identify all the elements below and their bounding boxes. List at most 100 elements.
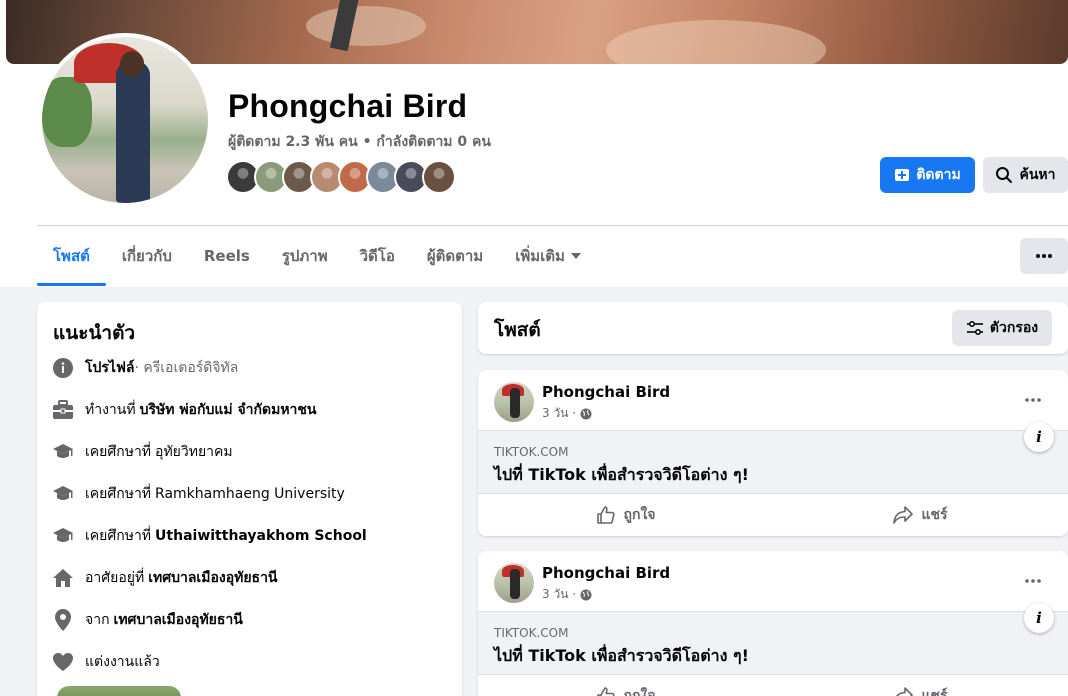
info-icon[interactable]: i xyxy=(1024,603,1054,633)
ellipsis-icon xyxy=(1036,254,1052,258)
intro-label: ทำงานที่ xyxy=(85,402,136,418)
like-button[interactable]: ถูกใจ xyxy=(478,494,773,536)
home-icon xyxy=(51,566,75,590)
location-pin-icon xyxy=(51,608,75,632)
follow-button[interactable]: ติดตาม xyxy=(880,157,975,193)
intro-value[interactable]: เทศบาลเมืองอุทัยธานี xyxy=(114,609,243,631)
ellipsis-icon xyxy=(1025,579,1041,583)
post-author-avatar[interactable] xyxy=(494,563,534,603)
intro-title: แนะนำตัว xyxy=(53,322,136,344)
avatar-detail xyxy=(120,51,144,77)
follow-button-label: ติดตาม xyxy=(916,167,961,183)
follow-icon xyxy=(895,169,910,181)
post-meta: 3 วัน · xyxy=(542,404,592,423)
intro-value[interactable]: Uthaiwitthayakhom School xyxy=(155,528,367,544)
cover-photo-detail xyxy=(306,6,426,46)
search-button-label: ค้นหา xyxy=(1019,167,1056,183)
post-meta: 3 วัน · xyxy=(542,585,592,604)
intro-value[interactable]: บริษัท พ่อกับแม่ จำกัดมหาชน xyxy=(140,399,317,421)
share-button[interactable]: แชร์ xyxy=(773,494,1068,536)
search-icon xyxy=(996,167,1013,183)
like-button[interactable]: ถูกใจ xyxy=(478,675,773,696)
tab-more[interactable]: เพิ่มเติม xyxy=(499,226,597,286)
post-card: Phongchai Bird 3 วัน · TIKTOK.COM ไปที่ … xyxy=(478,551,1068,696)
post-options-button[interactable] xyxy=(1018,566,1048,596)
tab-label: เพิ่มเติม xyxy=(515,247,565,265)
link-title[interactable]: ไปที่ TikTok เพื่อสำรวจวิดีโอต่าง ๆ! xyxy=(494,644,749,669)
like-label: ถูกใจ xyxy=(623,507,656,523)
share-icon xyxy=(896,687,914,696)
thumbs-up-icon xyxy=(596,687,615,696)
profile-name: Phongchai Bird xyxy=(228,88,468,124)
link-preview[interactable]: TIKTOK.COM ไปที่ TikTok เพื่อสำรวจวิดีโอ… xyxy=(478,430,1068,494)
profile-header: Phongchai Bird ผู้ติดตาม 2.3 พัน คน • กำ… xyxy=(0,0,1068,287)
post-time[interactable]: 3 วัน · xyxy=(542,404,576,423)
post-actions: ถูกใจ แชร์ xyxy=(478,675,1068,696)
tab-label: โพสต์ xyxy=(53,247,90,265)
intro-label: เคยศึกษาที่ xyxy=(85,444,152,460)
link-title[interactable]: ไปที่ TikTok เพื่อสำรวจวิดีโอต่าง ๆ! xyxy=(494,463,749,488)
intro-card: แนะนำตัว โปรไฟล์ · ครีเอเตอร์ดิจิทัล ทำง… xyxy=(37,302,462,696)
graduation-cap-icon xyxy=(51,482,75,506)
tab-label: วิดีโอ xyxy=(359,247,395,265)
intro-label: อาศัยอยู่ที่ xyxy=(85,570,145,586)
tab-videos[interactable]: วิดีโอ xyxy=(344,226,411,286)
tab-label: Reels xyxy=(203,247,250,265)
briefcase-icon xyxy=(51,398,75,422)
intro-label: เคยศึกษาที่ xyxy=(85,486,152,502)
profile-picture[interactable] xyxy=(38,33,212,207)
filter-button[interactable]: ตัวกรอง xyxy=(952,310,1052,346)
thumbs-up-icon xyxy=(596,506,615,524)
intro-value[interactable]: อุทัยวิทยาคม xyxy=(155,441,233,463)
tab-label: ผู้ติดตาม xyxy=(426,247,484,265)
tab-label: เกี่ยวกับ xyxy=(121,247,172,265)
intro-value[interactable]: เทศบาลเมืองอุทัยธานี xyxy=(148,567,277,589)
intro-item-work: ทำงานที่ บริษัท พ่อกับแม่ จำกัดมหาชน xyxy=(51,397,316,423)
filter-icon xyxy=(966,321,983,335)
tab-followers[interactable]: ผู้ติดตาม xyxy=(411,226,499,286)
intro-value: · ครีเอเตอร์ดิจิทัล xyxy=(134,360,239,376)
post-options-button[interactable] xyxy=(1018,385,1048,415)
post-card: Phongchai Bird 3 วัน · TIKTOK.COM ไปที่ … xyxy=(478,370,1068,536)
follower-avatar[interactable] xyxy=(422,160,456,194)
search-button[interactable]: ค้นหา xyxy=(983,157,1068,193)
cover-photo-detail xyxy=(606,20,826,64)
more-options-button[interactable] xyxy=(1020,238,1068,274)
tab-posts[interactable]: โพสต์ xyxy=(37,226,106,286)
intro-label: เคยศึกษาที่ xyxy=(85,528,152,544)
caret-down-icon xyxy=(570,253,581,259)
graduation-cap-icon xyxy=(51,440,75,464)
follower-avatars[interactable] xyxy=(226,160,456,194)
link-domain: TIKTOK.COM xyxy=(494,626,569,640)
link-preview[interactable]: TIKTOK.COM ไปที่ TikTok เพื่อสำรวจวิดีโอ… xyxy=(478,611,1068,675)
intro-item-education: เคยศึกษาที่ Uthaiwitthayakhom School xyxy=(51,523,367,549)
tab-label: รูปภาพ xyxy=(281,247,328,265)
posts-title: โพสต์ xyxy=(494,319,541,341)
featured-photo[interactable] xyxy=(57,686,181,696)
intro-label: จาก xyxy=(85,612,110,628)
globe-icon xyxy=(580,589,592,600)
share-button[interactable]: แชร์ xyxy=(773,675,1068,696)
info-icon[interactable]: i xyxy=(1024,422,1054,452)
intro-value[interactable]: Ramkhamhaeng University xyxy=(155,486,345,502)
tab-reels[interactable]: Reels xyxy=(188,226,266,286)
post-author-avatar[interactable] xyxy=(494,382,534,422)
tab-photos[interactable]: รูปภาพ xyxy=(266,226,344,286)
post-author-name[interactable]: Phongchai Bird xyxy=(542,383,670,401)
posts-header: โพสต์ ตัวกรอง xyxy=(478,302,1068,354)
share-label: แชร์ xyxy=(921,507,948,523)
share-icon xyxy=(893,506,914,524)
graduation-cap-icon xyxy=(51,524,75,548)
profile-tabs: โพสต์ เกี่ยวกับ Reels รูปภาพ วิดีโอ ผู้ต… xyxy=(37,226,597,286)
intro-item-education: เคยศึกษาที่ อุทัยวิทยาคม xyxy=(51,439,233,465)
post-time[interactable]: 3 วัน · xyxy=(542,585,576,604)
avatar-detail xyxy=(42,77,92,147)
intro-label: โปรไฟล์ xyxy=(85,360,135,376)
post-author-name[interactable]: Phongchai Bird xyxy=(542,564,670,582)
follower-stats[interactable]: ผู้ติดตาม 2.3 พัน คน • กำลังติดตาม 0 คน xyxy=(228,131,491,153)
like-label: ถูกใจ xyxy=(623,688,656,696)
heart-icon xyxy=(51,650,75,674)
avatar-detail xyxy=(116,61,150,203)
intro-item-from: จาก เทศบาลเมืองอุทัยธานี xyxy=(51,607,243,633)
tab-about[interactable]: เกี่ยวกับ xyxy=(106,226,188,286)
